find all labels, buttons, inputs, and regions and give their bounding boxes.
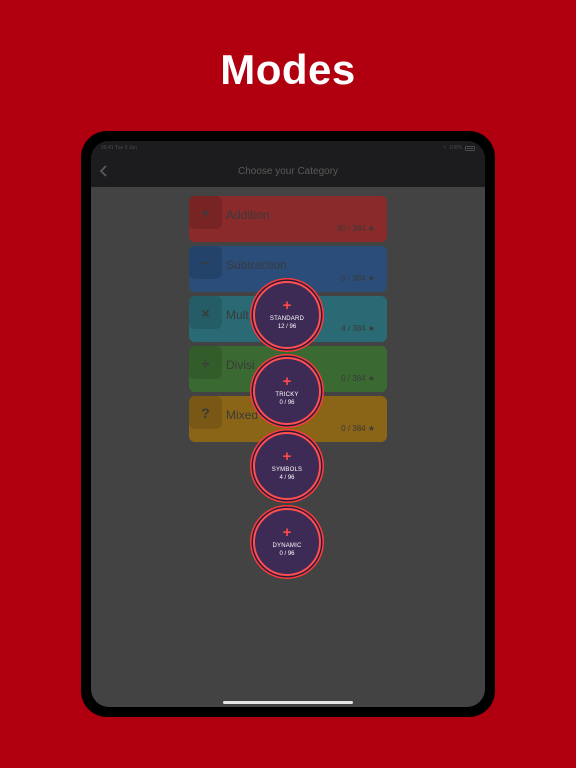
category-score: 0 / 384 ★	[341, 424, 375, 433]
mode-dynamic-button[interactable]: + DYNAMIC 0 / 96	[253, 508, 321, 576]
chevron-left-icon[interactable]	[99, 165, 109, 177]
status-time: 09:41 Tue 9 Jan	[101, 145, 137, 151]
category-score: 4 / 384 ★	[341, 324, 375, 333]
minus-icon: −	[189, 246, 222, 279]
plus-icon: +	[189, 196, 222, 229]
divide-icon: ÷	[189, 346, 222, 379]
banner-title: Modes	[220, 46, 356, 93]
status-right: ≈ 100%	[443, 145, 475, 151]
mode-label: TRICKY	[275, 391, 299, 398]
battery-icon	[465, 145, 475, 151]
mode-label: SYMBOLS	[271, 466, 303, 473]
multiply-icon: ×	[189, 296, 222, 329]
category-name: Mixed	[226, 408, 259, 422]
mode-tricky-button[interactable]: + TRICKY 0 / 96	[253, 357, 321, 425]
category-score: 0 / 384 ★	[341, 274, 375, 283]
plus-icon: +	[282, 447, 292, 465]
category-name: Subtraction	[226, 258, 287, 272]
mode-count: 12 / 96	[277, 323, 297, 330]
category-score: 0 / 384 ★	[341, 374, 375, 383]
app-screen: 09:41 Tue 9 Jan ≈ 100% Choose your Categ…	[91, 141, 485, 707]
status-time-text: 09:41	[101, 145, 114, 151]
home-indicator[interactable]	[223, 701, 353, 704]
nav-bar: Choose your Category	[91, 155, 485, 187]
category-addition[interactable]: + Addition 30 / 384 ★	[189, 196, 387, 242]
nav-title: Choose your Category	[237, 165, 339, 177]
category-name: Divisi	[226, 358, 255, 372]
battery-text: 100%	[449, 145, 462, 151]
mode-count: 0 / 96	[279, 399, 295, 406]
mode-symbols-button[interactable]: + SYMBOLS 4 / 96	[253, 432, 321, 500]
category-name: Mult	[226, 308, 249, 322]
mode-label: STANDARD	[269, 315, 305, 322]
plus-icon: +	[282, 296, 292, 314]
wifi-icon: ≈	[443, 145, 447, 151]
mode-count: 4 / 96	[279, 474, 295, 481]
category-name: Addition	[226, 208, 270, 222]
status-date-text: Tue 9 Jan	[114, 145, 137, 151]
tablet-frame: 09:41 Tue 9 Jan ≈ 100% Choose your Categ…	[81, 131, 495, 717]
mode-label: DYNAMIC	[272, 542, 302, 549]
mode-count: 0 / 96	[279, 550, 295, 557]
question-icon: ?	[189, 396, 222, 429]
category-score: 30 / 384 ★	[336, 224, 375, 233]
status-bar: 09:41 Tue 9 Jan ≈ 100%	[91, 141, 485, 155]
mode-standard-button[interactable]: + STANDARD 12 / 96	[253, 281, 321, 349]
plus-icon: +	[282, 523, 292, 541]
plus-icon: +	[282, 372, 292, 390]
